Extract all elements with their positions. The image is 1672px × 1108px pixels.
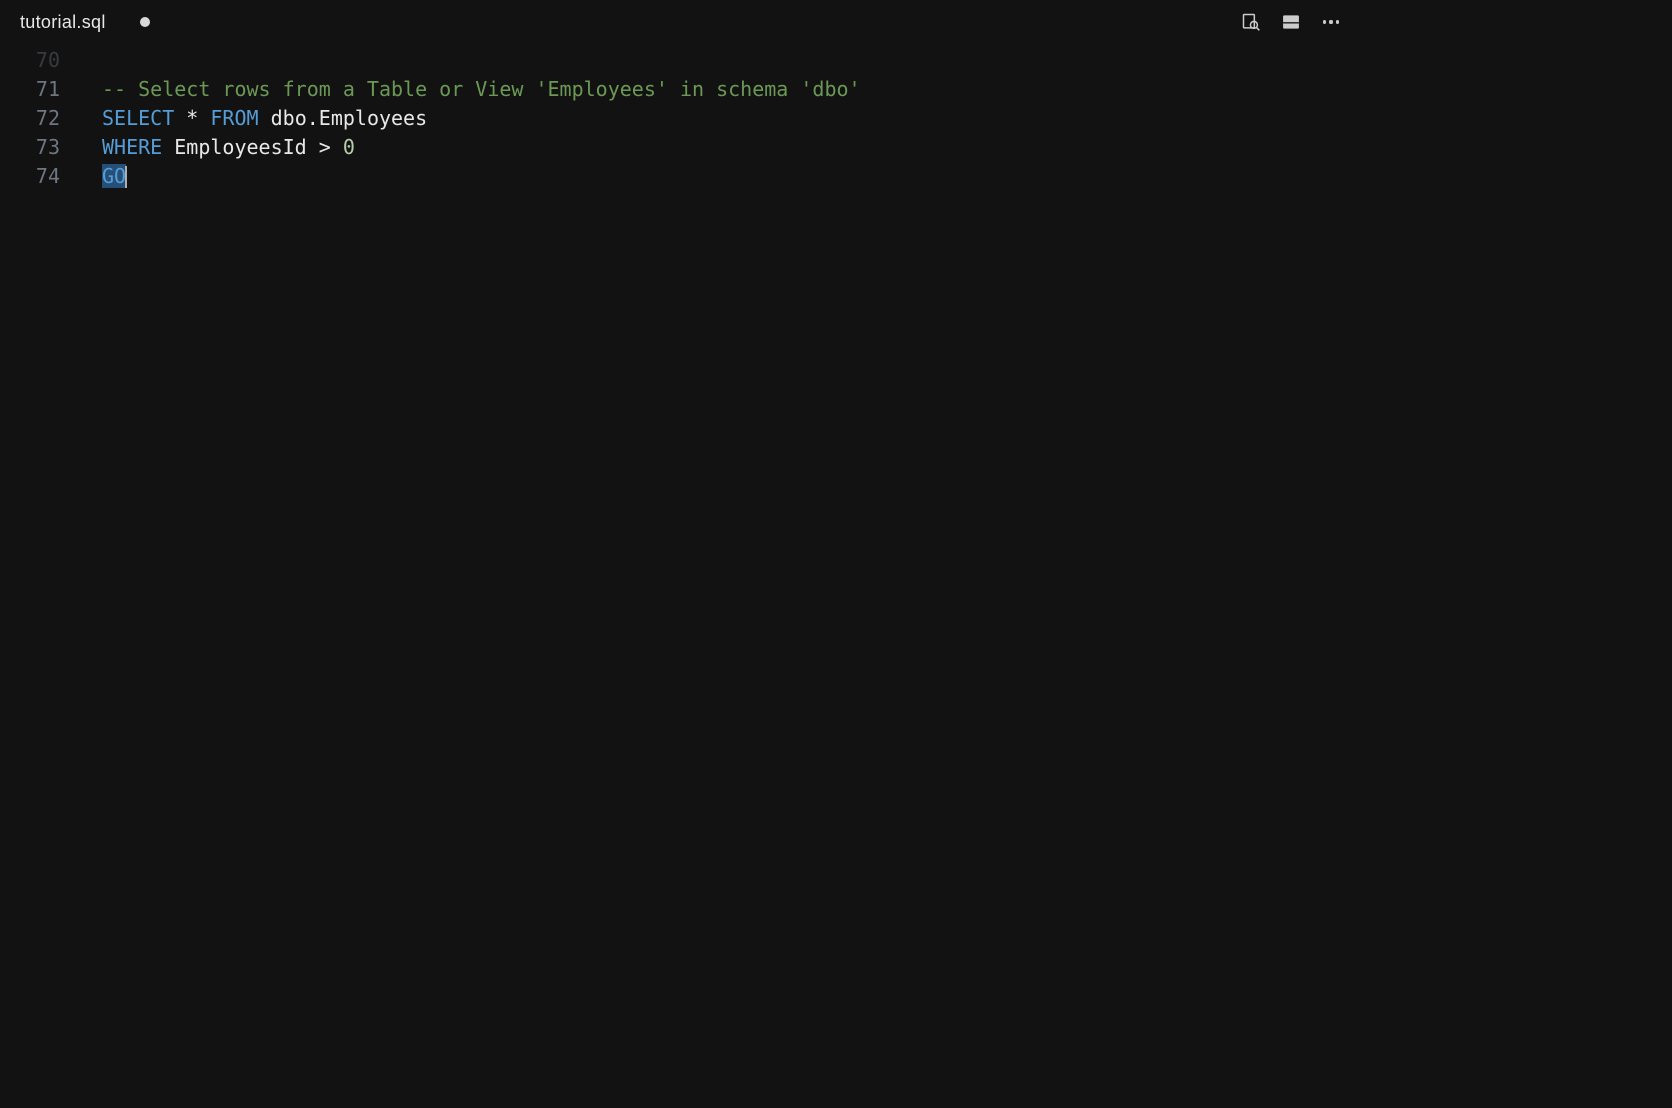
code-line	[102, 46, 1352, 75]
code-content[interactable]: -- Select rows from a Table or View 'Emp…	[72, 46, 1352, 191]
line-number: 73	[0, 133, 60, 162]
tab-bar: tutorial.sql	[0, 0, 1352, 44]
more-actions-icon[interactable]	[1320, 11, 1342, 33]
split-editor-icon[interactable]	[1280, 11, 1302, 33]
sql-comment: -- Select rows from a Table or View 'Emp…	[102, 77, 861, 101]
text-cursor	[125, 166, 127, 188]
sql-table: dbo.Employees	[271, 106, 428, 130]
sql-operator: >	[319, 135, 331, 159]
code-line: -- Select rows from a Table or View 'Emp…	[102, 75, 1352, 104]
line-number: 74	[0, 162, 60, 191]
sql-keyword: SELECT	[102, 106, 174, 130]
sql-keyword-selected: GO	[102, 164, 126, 188]
line-number: 70	[0, 46, 60, 75]
code-line: SELECT * FROM dbo.Employees	[102, 104, 1352, 133]
sql-keyword: FROM	[210, 106, 258, 130]
line-number: 72	[0, 104, 60, 133]
sql-keyword: WHERE	[102, 135, 162, 159]
code-editor[interactable]: 70 71 72 73 74 -- Select rows from a Tab…	[0, 44, 1352, 191]
tab-active[interactable]: tutorial.sql	[8, 0, 162, 44]
tab-actions	[1240, 11, 1344, 33]
code-line: WHERE EmployeesId > 0	[102, 133, 1352, 162]
code-line: GO	[102, 162, 1352, 191]
sql-column: EmployeesId	[174, 135, 306, 159]
line-number-gutter: 70 71 72 73 74	[0, 46, 72, 191]
line-number: 71	[0, 75, 60, 104]
sql-number: 0	[343, 135, 355, 159]
dirty-indicator-icon	[140, 17, 150, 27]
sql-star: *	[186, 106, 198, 130]
search-in-file-icon[interactable]	[1240, 11, 1262, 33]
tab-filename: tutorial.sql	[20, 12, 106, 33]
